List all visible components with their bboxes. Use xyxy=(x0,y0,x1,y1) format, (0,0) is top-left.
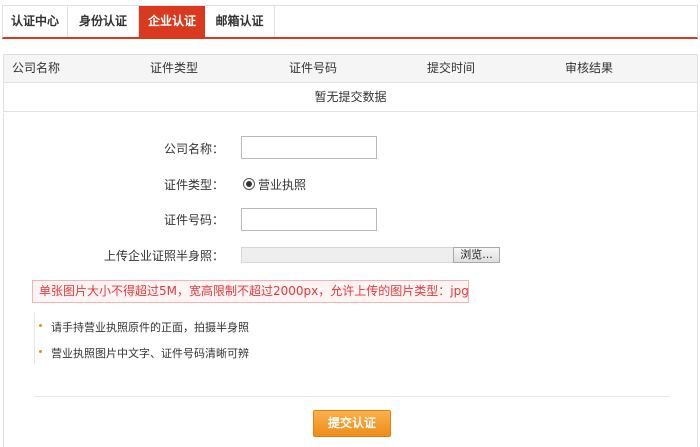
auth-tabs: 认证中心 身份认证 企业认证 邮箱认证 xyxy=(2,5,698,39)
column-company-name: 公司名称 xyxy=(12,61,61,75)
upload-label: 上传企业证照半身照： xyxy=(103,249,224,263)
empty-table-message: 暂无提交数据 xyxy=(314,90,387,104)
tip-text: 请手持营业执照原件的正面，拍摄半身照 xyxy=(51,321,249,334)
business-license-option: 营业执照 xyxy=(258,178,307,192)
tip-text: 营业执照图片中文字、证件号码清晰可辨 xyxy=(51,347,249,360)
bullet-icon xyxy=(39,324,42,327)
tab-identity-auth[interactable]: 身份认证 xyxy=(68,6,139,37)
submission-table: 公司名称 证件类型 证件号码 提交时间 审核结果 暂无提交数据 xyxy=(3,54,698,112)
tab-company-auth[interactable]: 企业认证 xyxy=(139,6,205,37)
company-name-input[interactable] xyxy=(241,136,377,159)
upload-warning: 单张图片大小不得超过5M，宽高限制不超过2000px，允许上传的图片类型：jpg… xyxy=(32,280,469,303)
bullet-icon xyxy=(39,350,42,353)
file-path-field[interactable] xyxy=(241,247,454,263)
column-cert-number: 证件号码 xyxy=(289,61,338,75)
tab-email-auth[interactable]: 邮箱认证 xyxy=(205,6,275,37)
cert-number-input[interactable] xyxy=(241,208,377,231)
column-submit-time: 提交时间 xyxy=(427,61,476,75)
column-review-result: 审核结果 xyxy=(565,61,614,75)
company-auth-form: 公司名称： 证件类型： 营业执照 证件号码： 上传企业证照半身照： 浏览... … xyxy=(3,113,698,447)
browse-button[interactable]: 浏览... xyxy=(453,247,500,263)
form-divider xyxy=(34,396,670,397)
table-header: 公司名称 证件类型 证件号码 提交时间 审核结果 xyxy=(4,55,697,83)
tips-divider xyxy=(34,312,36,364)
cert-type-label: 证件类型： xyxy=(163,178,224,192)
business-license-radio[interactable] xyxy=(243,178,255,190)
tab-auth-center[interactable]: 认证中心 xyxy=(3,6,68,37)
tip-item: 营业执照图片中文字、证件号码清晰可辨 xyxy=(39,345,249,361)
tip-item: 请手持营业执照原件的正面，拍摄半身照 xyxy=(39,319,249,335)
submit-auth-button[interactable]: 提交认证 xyxy=(313,410,391,437)
cert-number-label: 证件号码： xyxy=(163,213,224,227)
company-name-label: 公司名称： xyxy=(163,142,224,156)
column-cert-type: 证件类型 xyxy=(150,61,199,75)
